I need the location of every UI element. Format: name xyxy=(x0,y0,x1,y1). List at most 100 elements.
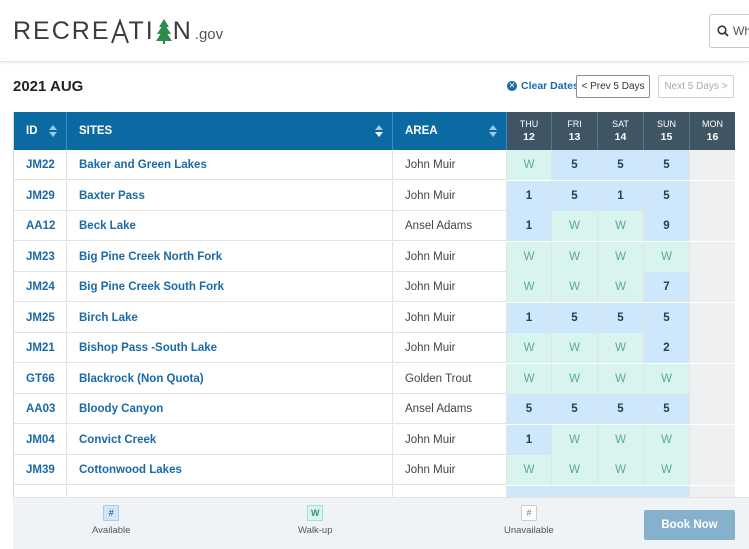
site-id-link[interactable]: JM04 xyxy=(14,424,67,455)
site-area: Golden Trout xyxy=(393,363,507,394)
availability-cell xyxy=(598,485,644,497)
site-id-link[interactable]: JM22 xyxy=(14,150,67,180)
column-header-area[interactable]: AREA xyxy=(393,112,507,150)
availability-cell[interactable]: 5 xyxy=(644,394,690,424)
site-id-link[interactable]: JM23 xyxy=(14,241,67,272)
site-id-link[interactable]: JM25 xyxy=(14,302,67,333)
availability-cell[interactable]: 5 xyxy=(598,394,644,424)
column-header-sites[interactable]: SITES xyxy=(67,112,393,150)
site-id-link[interactable]: JM24 xyxy=(14,272,67,302)
availability-cell[interactable]: W xyxy=(598,211,644,241)
site-area: John Muir xyxy=(393,272,507,302)
legend-walkup-label: Walk-up xyxy=(298,525,333,536)
availability-cell[interactable]: 5 xyxy=(552,180,598,211)
availability-cell[interactable]: W xyxy=(598,455,644,485)
month-title: 2021 AUG xyxy=(13,78,84,95)
availability-cell[interactable]: W xyxy=(552,272,598,302)
site-name-link[interactable]: Beck Lake xyxy=(67,211,393,241)
availability-cell[interactable]: 7 xyxy=(644,272,690,302)
availability-cell[interactable]: W xyxy=(507,272,552,302)
availability-cell[interactable]: W xyxy=(552,211,598,241)
search-box[interactable] xyxy=(709,14,749,48)
site-id-link[interactable]: JM21 xyxy=(14,333,67,363)
site-name-link[interactable]: Blackrock (Non Quota) xyxy=(67,363,393,394)
site-area: John Muir xyxy=(393,455,507,485)
availability-cell[interactable]: W xyxy=(598,363,644,394)
availability-cell[interactable]: 1 xyxy=(507,211,552,241)
availability-cell[interactable]: 1 xyxy=(598,180,644,211)
site-name-link[interactable]: Birch Lake xyxy=(67,302,393,333)
legend-walkup: W Walk-up xyxy=(298,505,333,536)
availability-cell[interactable]: 5 xyxy=(598,150,644,180)
availability-cell[interactable]: W xyxy=(598,241,644,272)
availability-cell[interactable]: 5 xyxy=(644,302,690,333)
availability-cell[interactable]: 5 xyxy=(644,150,690,180)
table-header: ID SITES AREA THU 12 FRI 13 SAT 14 SUN 1… xyxy=(14,112,735,150)
availability-cell[interactable]: W xyxy=(507,363,552,394)
availability-cell[interactable]: W xyxy=(507,241,552,272)
site-name-link[interactable]: Cottonwood Lakes xyxy=(67,455,393,485)
day-header-thu: THU 12 xyxy=(507,112,552,150)
site-header: RECRE TI N .gov xyxy=(0,0,749,62)
recreation-gov-logo[interactable]: RECRE TI N .gov xyxy=(13,15,223,45)
availability-cell[interactable]: 1 xyxy=(507,424,552,455)
site-area: John Muir xyxy=(393,150,507,180)
availability-cell[interactable]: 5 xyxy=(552,302,598,333)
availability-cell xyxy=(690,394,735,424)
availability-cell[interactable]: 9 xyxy=(644,211,690,241)
availability-cell[interactable]: W xyxy=(552,241,598,272)
availability-cell[interactable]: W xyxy=(507,455,552,485)
site-id-link[interactable]: JM39 xyxy=(14,455,67,485)
availability-cell[interactable]: 5 xyxy=(552,150,598,180)
availability-cell[interactable]: W xyxy=(552,363,598,394)
availability-cell[interactable]: W xyxy=(507,333,552,363)
availability-cell[interactable]: W xyxy=(644,363,690,394)
availability-cell[interactable]: W xyxy=(644,455,690,485)
column-header-id[interactable]: ID xyxy=(14,112,67,150)
table-row: JM25 Birch Lake John Muir 1 5 5 5 xyxy=(14,302,735,333)
availability-cell[interactable]: 1 xyxy=(507,302,552,333)
availability-cell[interactable]: 2 xyxy=(644,333,690,363)
day-name: SUN xyxy=(656,118,676,129)
availability-cell[interactable]: W xyxy=(598,424,644,455)
availability-cell[interactable]: W xyxy=(552,455,598,485)
table-row: JM39 Cottonwood Lakes John Muir W W W W xyxy=(14,455,735,485)
availability-cell[interactable]: W xyxy=(552,424,598,455)
table-row: AA03 Bloody Canyon Ansel Adams 5 5 5 5 xyxy=(14,394,735,424)
availability-cell[interactable]: 5 xyxy=(507,394,552,424)
site-id-link[interactable]: AA03 xyxy=(14,394,67,424)
site-name-link[interactable]: Big Pine Creek North Fork xyxy=(67,241,393,272)
prev-5-days-button[interactable]: < Prev 5 Days xyxy=(576,75,650,98)
site-name-link[interactable]: Baxter Pass xyxy=(67,180,393,211)
logo-text-part-2: TI xyxy=(128,17,155,45)
availability-cell[interactable]: W xyxy=(644,241,690,272)
site-id-link[interactable]: JM29 xyxy=(14,180,67,211)
availability-cell xyxy=(644,485,690,497)
site-name-link[interactable]: Big Pine Creek South Fork xyxy=(67,272,393,302)
site-name-link[interactable]: Baker and Green Lakes xyxy=(67,150,393,180)
table-row: JM22 Baker and Green Lakes John Muir W 5 5 5 xyxy=(14,150,735,180)
logo-a-icon xyxy=(110,18,129,44)
clear-dates-button[interactable]: ✕ Clear Dates xyxy=(507,80,579,92)
day-number: 15 xyxy=(660,130,673,143)
search-input[interactable] xyxy=(729,24,749,38)
site-name-link[interactable]: Convict Creek xyxy=(67,424,393,455)
site-id-link[interactable]: GT66 xyxy=(14,363,67,394)
availability-cell[interactable]: 5 xyxy=(552,394,598,424)
availability-cell[interactable]: W xyxy=(598,333,644,363)
availability-cell[interactable]: W xyxy=(598,272,644,302)
availability-cell[interactable]: 5 xyxy=(598,302,644,333)
availability-cell[interactable]: 5 xyxy=(644,180,690,211)
clear-x-icon: ✕ xyxy=(507,81,517,91)
site-name-link[interactable]: Bishop Pass -South Lake xyxy=(67,333,393,363)
site-id-link[interactable]: AA12 xyxy=(14,211,67,241)
availability-cell[interactable]: W xyxy=(552,333,598,363)
book-now-button[interactable]: Book Now xyxy=(644,510,735,540)
availability-cell[interactable]: 1 xyxy=(507,180,552,211)
availability-cell[interactable]: W xyxy=(507,150,552,180)
table-row: JM04 Convict Creek John Muir 1 W W W xyxy=(14,424,735,455)
availability-cell xyxy=(690,455,735,485)
availability-cell[interactable]: W xyxy=(644,424,690,455)
next-5-days-button[interactable]: Next 5 Days > xyxy=(658,75,734,98)
site-name-link[interactable]: Bloody Canyon xyxy=(67,394,393,424)
